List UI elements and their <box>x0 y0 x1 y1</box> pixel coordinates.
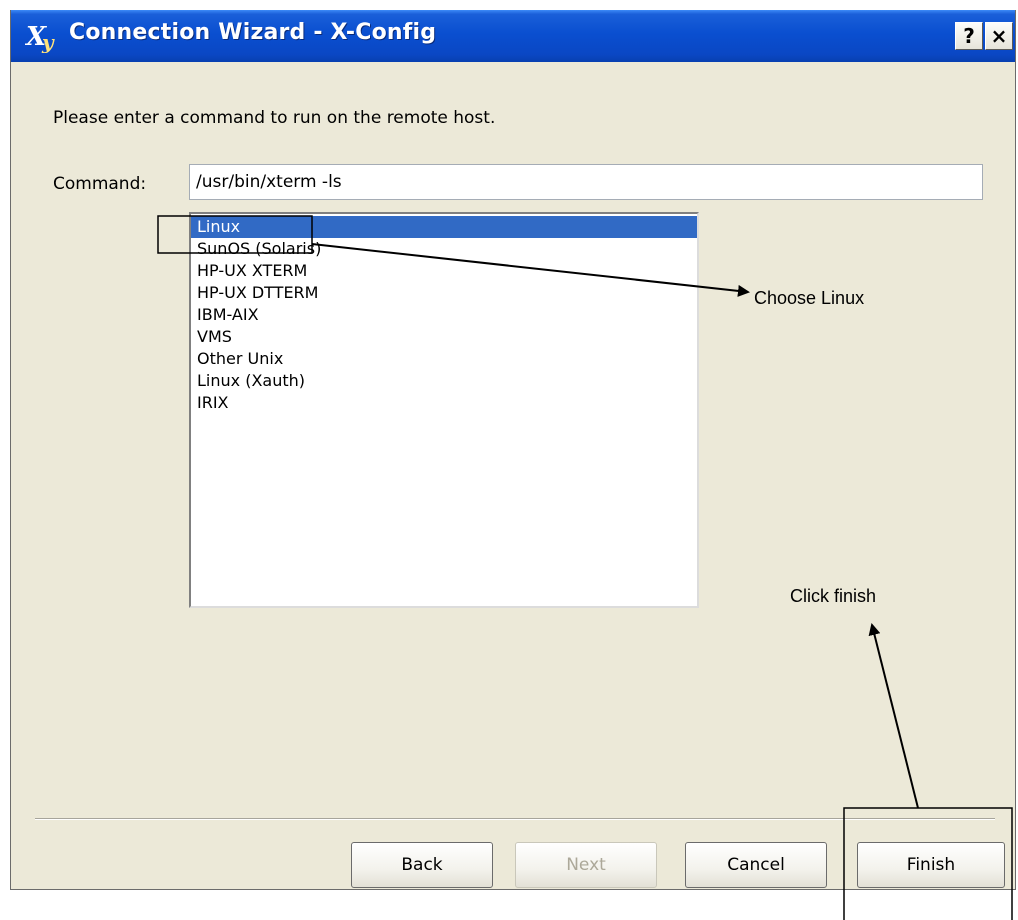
host-type-listbox[interactable]: Linux SunOS (Solaris) HP-UX XTERM HP-UX … <box>189 212 699 608</box>
finish-button[interactable]: Finish <box>857 842 1005 888</box>
close-button[interactable]: × <box>985 22 1013 50</box>
list-item-hpux-dtterm[interactable]: HP-UX DTTERM <box>191 282 697 304</box>
connection-wizard-window: X y Connection Wizard - X-Config ? × Ple… <box>10 10 1016 890</box>
back-button[interactable]: Back <box>351 842 493 888</box>
list-item-other-unix[interactable]: Other Unix <box>191 348 697 370</box>
list-item-sunos[interactable]: SunOS (Solaris) <box>191 238 697 260</box>
click-finish-annotation: Click finish <box>790 586 877 606</box>
choose-linux-annotation: Choose Linux <box>754 288 865 308</box>
cancel-button[interactable]: Cancel <box>685 842 827 888</box>
list-item-ibm-aix[interactable]: IBM-AIX <box>191 304 697 326</box>
footer-divider <box>35 818 995 820</box>
instruction-text: Please enter a command to run on the rem… <box>53 108 496 128</box>
help-button[interactable]: ? <box>955 22 983 50</box>
window-title: Connection Wizard - X-Config <box>69 20 437 45</box>
list-item-irix[interactable]: IRIX <box>191 392 697 414</box>
list-item-hpux-xterm[interactable]: HP-UX XTERM <box>191 260 697 282</box>
list-item-vms[interactable]: VMS <box>191 326 697 348</box>
list-item-linux[interactable]: Linux <box>191 216 697 238</box>
command-label: Command: <box>53 174 147 194</box>
xmanager-logo-icon: X y <box>25 22 55 53</box>
command-input[interactable]: /usr/bin/xterm -ls <box>189 164 983 200</box>
svg-text:y: y <box>41 30 55 53</box>
title-bar: X y Connection Wizard - X-Config ? × <box>11 10 1015 62</box>
list-item-linux-xauth[interactable]: Linux (Xauth) <box>191 370 697 392</box>
next-button[interactable]: Next <box>515 842 657 888</box>
